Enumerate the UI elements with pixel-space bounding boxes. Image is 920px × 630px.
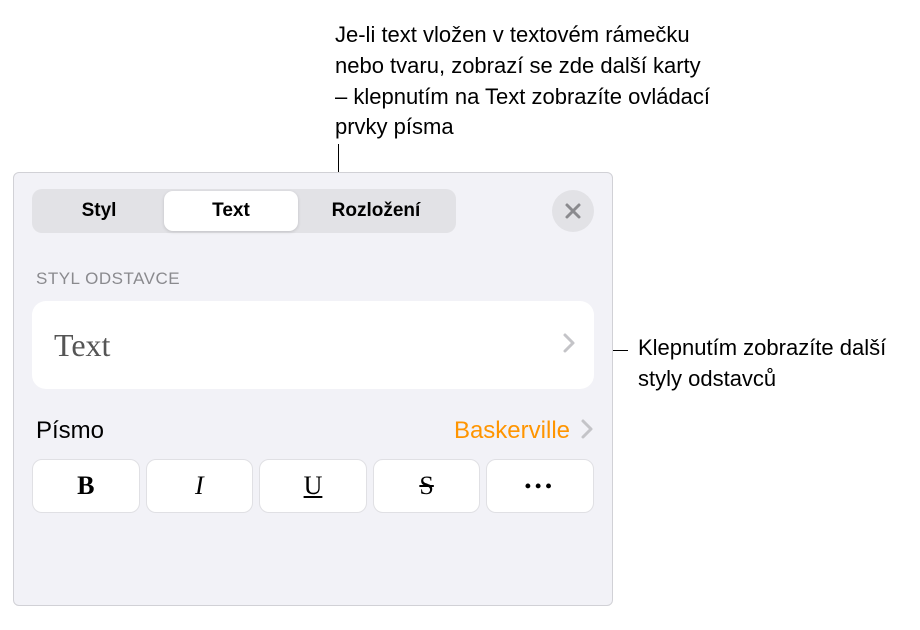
underline-button[interactable]: U bbox=[259, 459, 367, 513]
more-options-button[interactable]: ••• bbox=[486, 459, 594, 513]
panel-header: Styl Text Rozložení bbox=[14, 173, 612, 247]
tab-styl[interactable]: Styl bbox=[34, 191, 164, 231]
more-icon: ••• bbox=[525, 476, 556, 497]
paragraph-style-section-label: STYL ODSTAVCE bbox=[14, 247, 612, 297]
tab-rozlozeni[interactable]: Rozložení bbox=[298, 191, 454, 231]
paragraph-style-value: Text bbox=[54, 327, 110, 364]
callout-leader-line bbox=[338, 144, 339, 172]
callout-right-text: Klepnutím zobrazíte další styly odstavců bbox=[638, 333, 908, 395]
paragraph-style-cell[interactable]: Text bbox=[32, 301, 594, 389]
tabs-segmented-control: Styl Text Rozložení bbox=[32, 189, 456, 233]
italic-button[interactable]: I bbox=[146, 459, 254, 513]
bold-button[interactable]: B bbox=[32, 459, 140, 513]
chevron-right-icon bbox=[580, 418, 594, 445]
strikethrough-button[interactable]: S bbox=[373, 459, 481, 513]
callout-top-text: Je-li text vložen v textovém rámečku neb… bbox=[335, 20, 715, 143]
close-button[interactable] bbox=[552, 190, 594, 232]
format-button-bar: B I U S ••• bbox=[14, 455, 612, 513]
chevron-right-icon bbox=[562, 332, 576, 359]
font-label: Písmo bbox=[36, 417, 104, 445]
font-value: Baskerville bbox=[454, 417, 570, 445]
format-panel: Styl Text Rozložení STYL ODSTAVCE Text P… bbox=[13, 172, 613, 606]
close-icon bbox=[564, 202, 582, 220]
tab-text[interactable]: Text bbox=[164, 191, 298, 231]
font-row[interactable]: Písmo Baskerville bbox=[14, 389, 612, 455]
